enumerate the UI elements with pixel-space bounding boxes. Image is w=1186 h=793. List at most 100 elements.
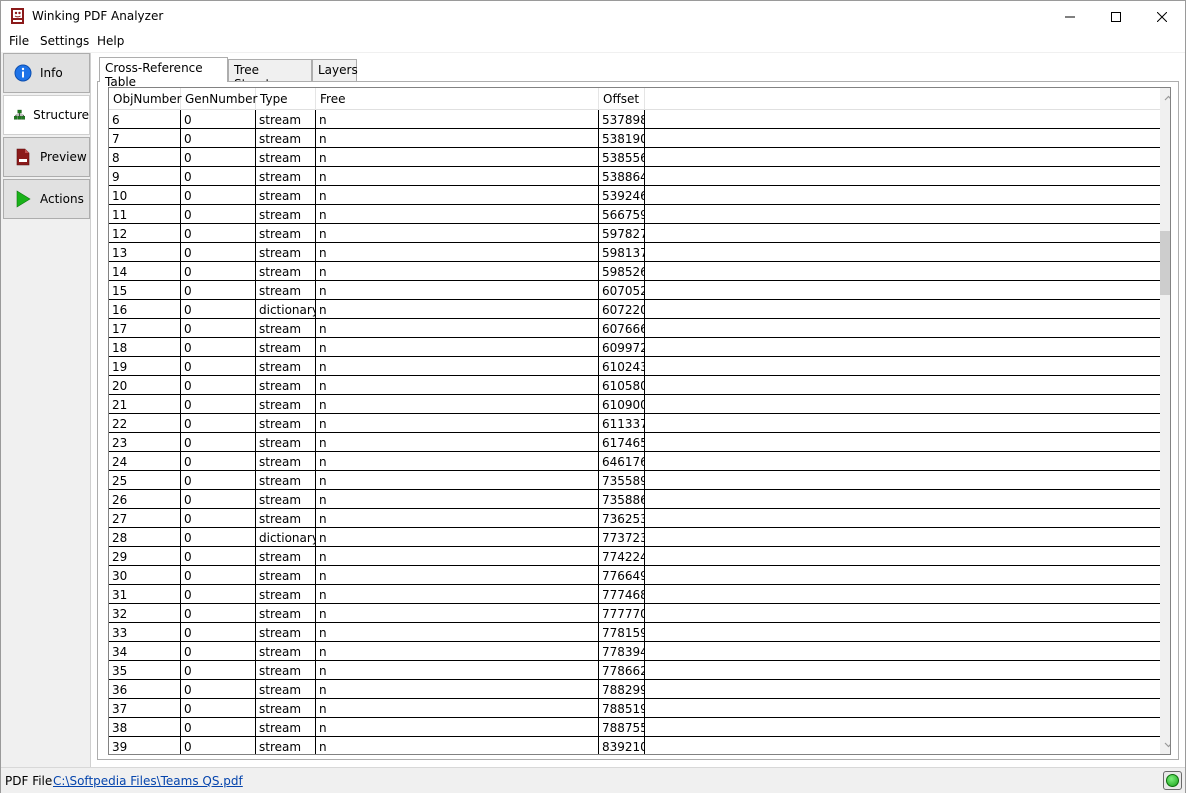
table-row[interactable]: 32 0 stream n 777770 <box>109 604 1160 623</box>
table-row[interactable]: 25 0 stream n 735589 <box>109 471 1160 490</box>
column-header-free[interactable]: Free <box>316 88 599 110</box>
cell-objnumber: 8 <box>109 148 181 166</box>
cross-reference-panel: ObjNumber GenNumber Type Free Offset 60s… <box>97 81 1179 760</box>
cell-objnumber: 36 <box>109 680 181 698</box>
table-row[interactable]: 9 0 stream n 538864 <box>109 167 1160 186</box>
cell-filler <box>645 243 1160 261</box>
nav-actions-button[interactable]: Actions <box>3 179 90 219</box>
table-row[interactable]: 6 0 stream n 537898 <box>109 110 1160 129</box>
cell-gennumber: 0 <box>181 167 256 185</box>
table-row[interactable]: 29 0 stream n 774224 <box>109 547 1160 566</box>
cell-offset: 776649 <box>599 566 645 584</box>
table-row[interactable]: 28 0 dictionary n 773723 <box>109 528 1160 547</box>
cell-type: stream <box>256 452 316 470</box>
table-row[interactable]: 30 0 stream n 776649 <box>109 566 1160 585</box>
table-row[interactable]: 16 0 dictionary n 607220 <box>109 300 1160 319</box>
table-row[interactable]: 20 0 stream n 610580 <box>109 376 1160 395</box>
pdf-file-path-link[interactable]: C:\Softpedia Files\Teams QS.pdf <box>53 774 243 788</box>
minimize-button[interactable] <box>1047 1 1093 32</box>
scrollbar-thumb[interactable] <box>1160 231 1170 295</box>
table-row[interactable]: 18 0 stream n 609972 <box>109 338 1160 357</box>
cell-objnumber: 32 <box>109 604 181 622</box>
close-button[interactable] <box>1139 1 1185 32</box>
cell-filler <box>645 604 1160 622</box>
table-row[interactable]: 22 0 stream n 611337 <box>109 414 1160 433</box>
table-row[interactable]: 14 0 stream n 598526 <box>109 262 1160 281</box>
cell-filler <box>645 566 1160 584</box>
table-row[interactable]: 21 0 stream n 610900 <box>109 395 1160 414</box>
minimize-icon <box>1065 16 1075 17</box>
cell-filler <box>645 262 1160 280</box>
table-row[interactable]: 17 0 stream n 607666 <box>109 319 1160 338</box>
column-header-offset[interactable]: Offset <box>599 88 645 110</box>
maximize-button[interactable] <box>1093 1 1139 32</box>
tab-cross-reference-table[interactable]: Cross-Reference Table <box>99 57 228 89</box>
cell-filler <box>645 642 1160 660</box>
cell-type: stream <box>256 509 316 527</box>
tab-layers[interactable]: Layers <box>312 59 358 81</box>
table-row[interactable]: 8 0 stream n 538556 <box>109 148 1160 167</box>
structure-tree-icon <box>14 109 26 120</box>
table-row[interactable]: 24 0 stream n 646176 <box>109 452 1160 471</box>
nav-structure-button[interactable]: Structure <box>3 95 90 135</box>
cell-gennumber: 0 <box>181 452 256 470</box>
cell-filler <box>645 129 1160 147</box>
column-header-gennumber[interactable]: GenNumber <box>181 88 258 110</box>
menu-file[interactable]: File <box>9 34 29 48</box>
menu-settings[interactable]: Settings <box>40 34 89 48</box>
cell-type: stream <box>256 395 316 413</box>
cell-objnumber: 31 <box>109 585 181 603</box>
cell-type: stream <box>256 471 316 489</box>
cell-objnumber: 26 <box>109 490 181 508</box>
cell-gennumber: 0 <box>181 148 256 166</box>
table-row[interactable]: 27 0 stream n 736253 <box>109 509 1160 528</box>
cell-free: n <box>316 566 599 584</box>
nav-preview-button[interactable]: Preview <box>3 137 90 177</box>
xref-table[interactable]: ObjNumber GenNumber Type Free Offset 60s… <box>108 87 1171 755</box>
table-row[interactable]: 31 0 stream n 777468 <box>109 585 1160 604</box>
table-row[interactable]: 7 0 stream n 538190 <box>109 129 1160 148</box>
nav-info-button[interactable]: Info <box>3 53 90 93</box>
cell-free: n <box>316 718 599 736</box>
table-row[interactable]: 37 0 stream n 788519 <box>109 699 1160 718</box>
cell-free: n <box>316 642 599 660</box>
cell-offset: 607052 <box>599 281 645 299</box>
table-row[interactable]: 15 0 stream n 607052 <box>109 281 1160 300</box>
table-row[interactable]: 34 0 stream n 778394 <box>109 642 1160 661</box>
cell-objnumber: 6 <box>109 110 181 128</box>
vertical-scrollbar[interactable] <box>1160 88 1171 754</box>
cell-filler <box>645 395 1160 413</box>
table-row[interactable]: 13 0 stream n 598137 <box>109 243 1160 262</box>
cell-filler <box>645 547 1160 565</box>
menu-help[interactable]: Help <box>97 34 124 48</box>
cell-gennumber: 0 <box>181 604 256 622</box>
cell-free: n <box>316 433 599 451</box>
table-row[interactable]: 33 0 stream n 778159 <box>109 623 1160 642</box>
table-row[interactable]: 12 0 stream n 597827 <box>109 224 1160 243</box>
table-row[interactable]: 10 0 stream n 539246 <box>109 186 1160 205</box>
cell-filler <box>645 737 1160 754</box>
scroll-up-arrow-icon[interactable] <box>1164 94 1171 103</box>
cell-free: n <box>316 186 599 204</box>
table-row[interactable]: 36 0 stream n 788299 <box>109 680 1160 699</box>
cell-filler <box>645 414 1160 432</box>
table-row[interactable]: 19 0 stream n 610243 <box>109 357 1160 376</box>
tab-tree-structure[interactable]: Tree Structure <box>228 59 312 91</box>
cell-type: stream <box>256 547 316 565</box>
table-row[interactable]: 11 0 stream n 566759 <box>109 205 1160 224</box>
table-row[interactable]: 39 0 stream n 839210 <box>109 737 1160 754</box>
table-row[interactable]: 26 0 stream n 735886 <box>109 490 1160 509</box>
table-row[interactable]: 38 0 stream n 788755 <box>109 718 1160 737</box>
cell-free: n <box>316 205 599 223</box>
cell-offset: 566759 <box>599 205 645 223</box>
column-header-type[interactable]: Type <box>256 88 316 110</box>
scroll-down-arrow-icon[interactable] <box>1164 740 1171 749</box>
cell-free: n <box>316 243 599 261</box>
table-row[interactable]: 23 0 stream n 617465 <box>109 433 1160 452</box>
cell-type: stream <box>256 699 316 717</box>
cell-filler <box>645 148 1160 166</box>
cell-filler <box>645 661 1160 679</box>
cell-free: n <box>316 452 599 470</box>
table-row[interactable]: 35 0 stream n 778662 <box>109 661 1160 680</box>
column-header-objnumber[interactable]: ObjNumber <box>109 88 182 110</box>
